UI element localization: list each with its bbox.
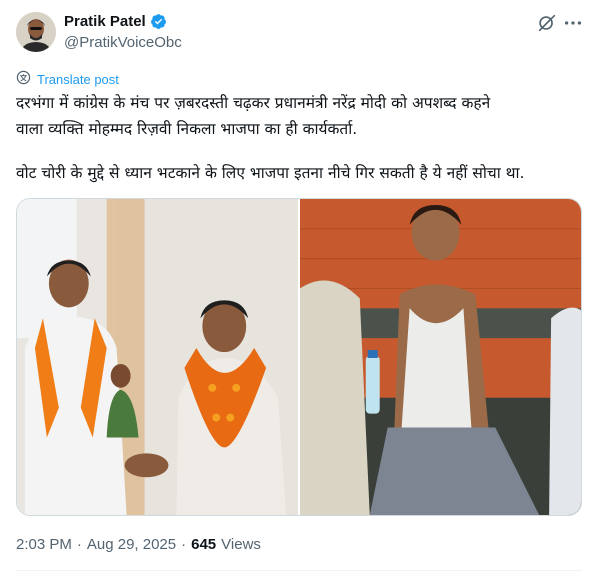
avatar[interactable] xyxy=(16,12,56,52)
divider xyxy=(16,570,582,571)
views-label: Views xyxy=(221,536,261,553)
grok-icon[interactable] xyxy=(536,12,558,34)
translate-post-label[interactable]: Translate post xyxy=(37,72,119,87)
tweet-text: दरभंगा में कांग्रेस के मंच पर ज़बरदस्ती … xyxy=(16,90,586,186)
photo-left[interactable] xyxy=(17,199,298,515)
more-icon[interactable] xyxy=(562,12,584,34)
author-handle[interactable]: @PratikVoiceObc xyxy=(64,34,182,51)
tweet-text-line: दरभंगा में कांग्रेस के मंच पर ज़बरदस्ती … xyxy=(16,94,491,112)
post-date[interactable]: Aug 29, 2025 xyxy=(87,536,176,553)
meta-separator: · xyxy=(76,536,82,553)
translate-post-link[interactable]: Translate post xyxy=(16,70,119,89)
verified-badge-icon xyxy=(150,13,167,30)
author-name-row: Pratik Patel xyxy=(64,13,167,30)
views-count: 645 xyxy=(191,536,217,553)
author-display-name[interactable]: Pratik Patel xyxy=(64,13,146,30)
media-grid xyxy=(16,198,582,516)
photo-right[interactable] xyxy=(300,199,581,515)
post-meta: 2:03 PM · Aug 29, 2025 · 645 Views xyxy=(16,536,261,553)
tweet-card: Pratik Patel @PratikVoiceObc Translate p… xyxy=(0,0,598,573)
tweet-text-line: वाला व्यक्ति मोहम्मद रिज़वी निकला भाजपा … xyxy=(16,120,358,138)
translate-icon xyxy=(16,70,31,89)
post-time[interactable]: 2:03 PM xyxy=(16,536,72,553)
tweet-text-line: वोट चोरी के मुद्दे से ध्यान भटकाने के लि… xyxy=(16,164,525,182)
meta-separator: · xyxy=(181,536,187,553)
